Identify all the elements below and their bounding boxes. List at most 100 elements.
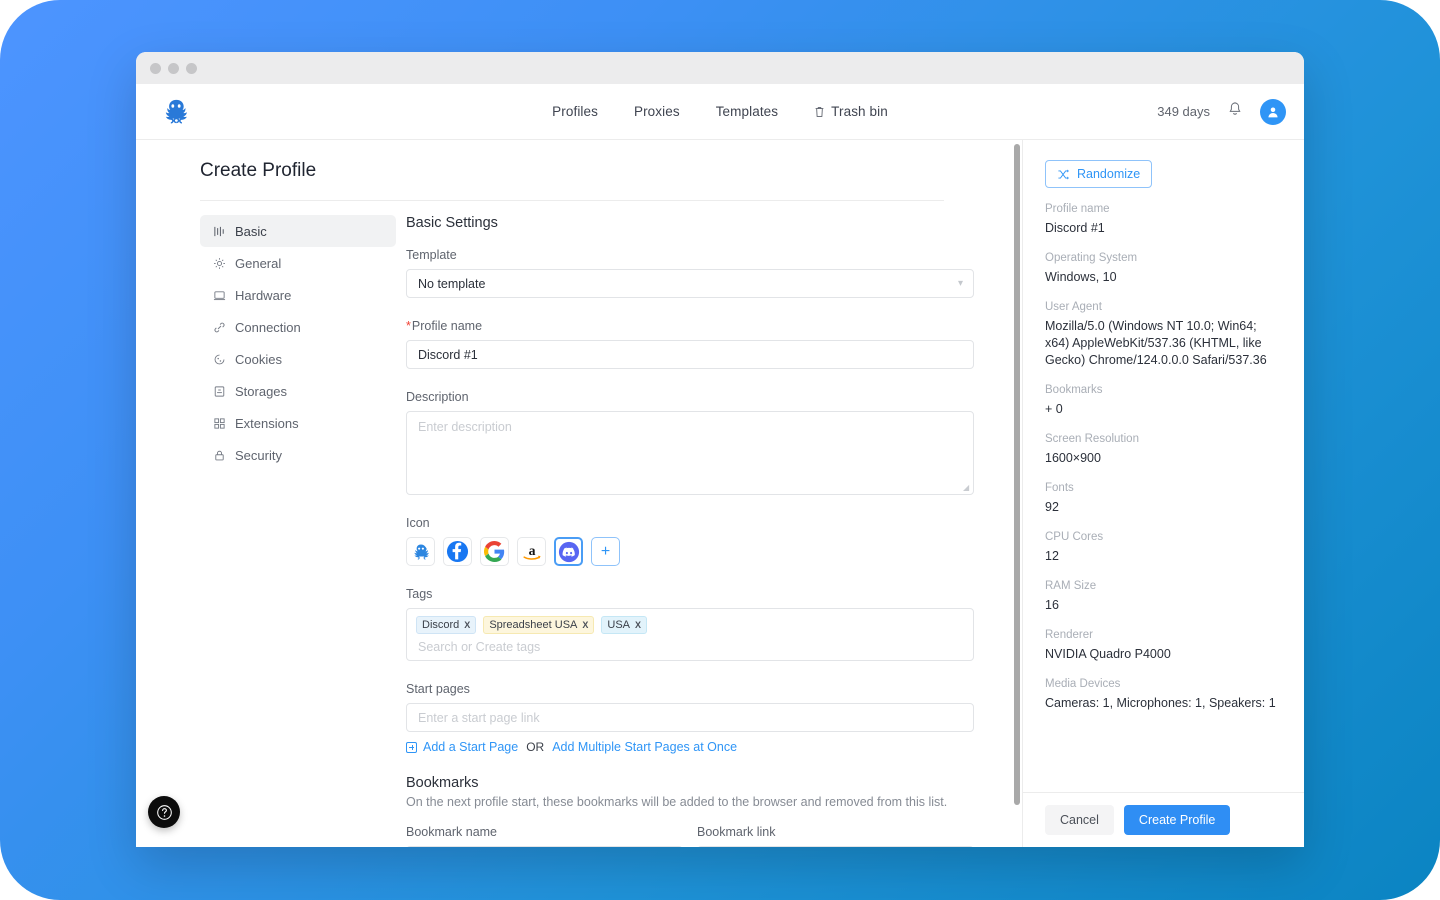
sidebar-item-security[interactable]: Security <box>200 439 396 471</box>
start-page-or-label: OR <box>526 740 545 754</box>
description-textarea[interactable]: Enter description ◢ <box>406 411 974 495</box>
svg-text:a: a <box>528 542 535 557</box>
tag-spreadsheet-usa-label: Spreadsheet USA <box>489 619 578 631</box>
profile-name-label-text: Profile name <box>411 319 483 333</box>
icon-option-facebook[interactable] <box>443 537 472 566</box>
summary-label-profile-name: Profile name <box>1045 203 1110 215</box>
bell-icon <box>1229 102 1241 115</box>
sidebar-item-extensions[interactable]: Extensions <box>200 407 396 439</box>
template-select-value: No template <box>418 276 486 291</box>
cancel-button[interactable]: Cancel <box>1045 805 1114 835</box>
title-divider <box>200 200 944 201</box>
required-marker: * <box>406 319 411 333</box>
sidebar-item-general[interactable]: General <box>200 247 396 279</box>
maximize-window-dot[interactable] <box>186 62 197 74</box>
start-page-input[interactable]: Enter a start page link <box>406 703 974 732</box>
nav-item-trash-bin-label: Trash bin <box>831 104 888 119</box>
basic-settings-form: Basic Settings Template No template ▾ *P… <box>406 215 974 847</box>
icon-option-amazon[interactable]: a <box>517 537 546 566</box>
sidebar-item-hardware-label: Hardware <box>235 287 292 303</box>
description-placeholder: Enter description <box>418 420 512 434</box>
sidebar-item-connection[interactable]: Connection <box>200 311 396 343</box>
app-logo[interactable] <box>144 97 208 127</box>
bookmark-link-input[interactable]: Enter Bookmark link <box>697 846 974 847</box>
nav-item-proxies-label: Proxies <box>633 104 680 119</box>
summary-label-media-devices: Media Devices <box>1045 678 1121 690</box>
nav-item-trash-bin[interactable]: Trash bin <box>814 104 888 119</box>
user-avatar-button[interactable] <box>1260 98 1286 125</box>
facebook-icon <box>446 540 469 563</box>
minimize-window-dot[interactable] <box>168 62 179 74</box>
settings-sidebar: Basic General Hardware Connection Cookie… <box>200 215 396 847</box>
create-profile-button[interactable]: Create Profile <box>1123 805 1231 835</box>
app-window: Profiles Proxies Templates Trash bin 349… <box>136 52 1304 847</box>
tag-usa-remove-icon[interactable]: X <box>635 620 641 630</box>
profile-name-value: Discord #1 <box>418 347 478 362</box>
summary-label-operating-system: Operating System <box>1045 252 1138 264</box>
nav-item-proxies[interactable]: Proxies <box>634 104 680 119</box>
summary-label-cpu-cores: CPU Cores <box>1045 531 1104 543</box>
profile-summary-panel: Randomize Profile name Discord #1 Operat… <box>1022 140 1304 847</box>
template-label: Template <box>406 248 457 262</box>
tag-list: Discord X Spreadsheet USA X USA X <box>416 616 964 634</box>
user-avatar-icon <box>1268 106 1278 117</box>
sidebar-item-general-label: General <box>235 255 282 271</box>
tag-spreadsheet-usa[interactable]: Spreadsheet USA X <box>483 616 595 634</box>
sidebar-item-hardware[interactable]: Hardware <box>200 279 396 311</box>
tag-search-input[interactable]: Search or Create tags <box>416 640 964 654</box>
sidebar-item-storages-label: Storages <box>235 383 288 399</box>
bookmarks-section-title: Bookmarks <box>406 775 479 791</box>
summary-label-bookmarks: Bookmarks <box>1045 384 1103 396</box>
sidebar-item-security-label: Security <box>235 447 282 463</box>
tag-usa[interactable]: USA X <box>601 616 648 634</box>
sidebar-item-cookies[interactable]: Cookies <box>200 343 396 375</box>
summary-value-ram-size: 16 <box>1045 598 1059 612</box>
resize-handle-icon[interactable]: ◢ <box>963 484 971 492</box>
randomize-button[interactable]: Randomize <box>1045 160 1153 188</box>
summary-value-profile-name: Discord #1 <box>1045 221 1105 235</box>
nav-item-profiles-label: Profiles <box>552 104 598 119</box>
nav-item-profiles[interactable]: Profiles <box>552 104 598 119</box>
add-multiple-start-pages-button[interactable]: Add Multiple Start Pages at Once <box>552 740 737 754</box>
close-window-dot[interactable] <box>150 62 161 74</box>
top-navigation-bar: Profiles Proxies Templates Trash bin 349… <box>136 84 1304 140</box>
scrollbar-thumb[interactable] <box>1014 144 1020 805</box>
sidebar-item-basic[interactable]: Basic <box>200 215 396 247</box>
question-mark-icon <box>156 804 172 820</box>
template-select[interactable]: No template ▾ <box>406 269 974 298</box>
icon-option-discord[interactable] <box>554 537 583 566</box>
tag-spreadsheet-usa-remove-icon[interactable]: X <box>582 620 588 630</box>
sliders-icon <box>212 224 226 238</box>
bookmark-name-input[interactable]: Enter Bookmark name <box>406 846 683 847</box>
bookmark-link-label: Bookmark link <box>697 825 776 839</box>
panel-footer-actions: Cancel Create Profile <box>1023 792 1304 847</box>
add-icon-button[interactable]: + <box>591 537 620 566</box>
tag-discord[interactable]: Discord X <box>416 616 477 634</box>
help-button[interactable] <box>148 796 180 828</box>
tags-input-box[interactable]: Discord X Spreadsheet USA X USA X Search… <box>406 608 974 661</box>
main-content-area: Create Profile Basic General Hardware Co… <box>136 140 1012 847</box>
sidebar-item-storages[interactable]: Storages <box>200 375 396 407</box>
summary-label-renderer: Renderer <box>1045 629 1093 641</box>
nav-item-templates-label: Templates <box>715 104 779 119</box>
icon-option-octopus[interactable] <box>406 537 435 566</box>
tag-discord-remove-icon[interactable]: X <box>464 620 470 630</box>
nav-item-templates[interactable]: Templates <box>716 104 778 119</box>
trash-icon <box>815 106 824 117</box>
start-page-placeholder: Enter a start page link <box>418 710 540 725</box>
tag-usa-label: USA <box>607 619 631 631</box>
sidebar-item-cookies-label: Cookies <box>235 351 282 367</box>
gear-icon <box>212 256 226 270</box>
add-start-page-button[interactable]: Add a Start Page <box>406 740 518 754</box>
add-icon-label: + <box>600 542 611 560</box>
summary-value-screen-resolution: 1600×900 <box>1045 451 1101 465</box>
profile-name-input[interactable]: Discord #1 <box>406 340 974 369</box>
start-pages-label: Start pages <box>406 682 470 696</box>
icon-option-google[interactable] <box>480 537 509 566</box>
main-scrollbar[interactable] <box>1012 140 1022 847</box>
lock-icon <box>212 448 226 462</box>
icon-picker: a + <box>406 537 974 566</box>
summary-value-fonts: 92 <box>1045 500 1059 514</box>
cookie-icon <box>212 352 226 366</box>
notifications-bell-button[interactable] <box>1228 101 1242 122</box>
